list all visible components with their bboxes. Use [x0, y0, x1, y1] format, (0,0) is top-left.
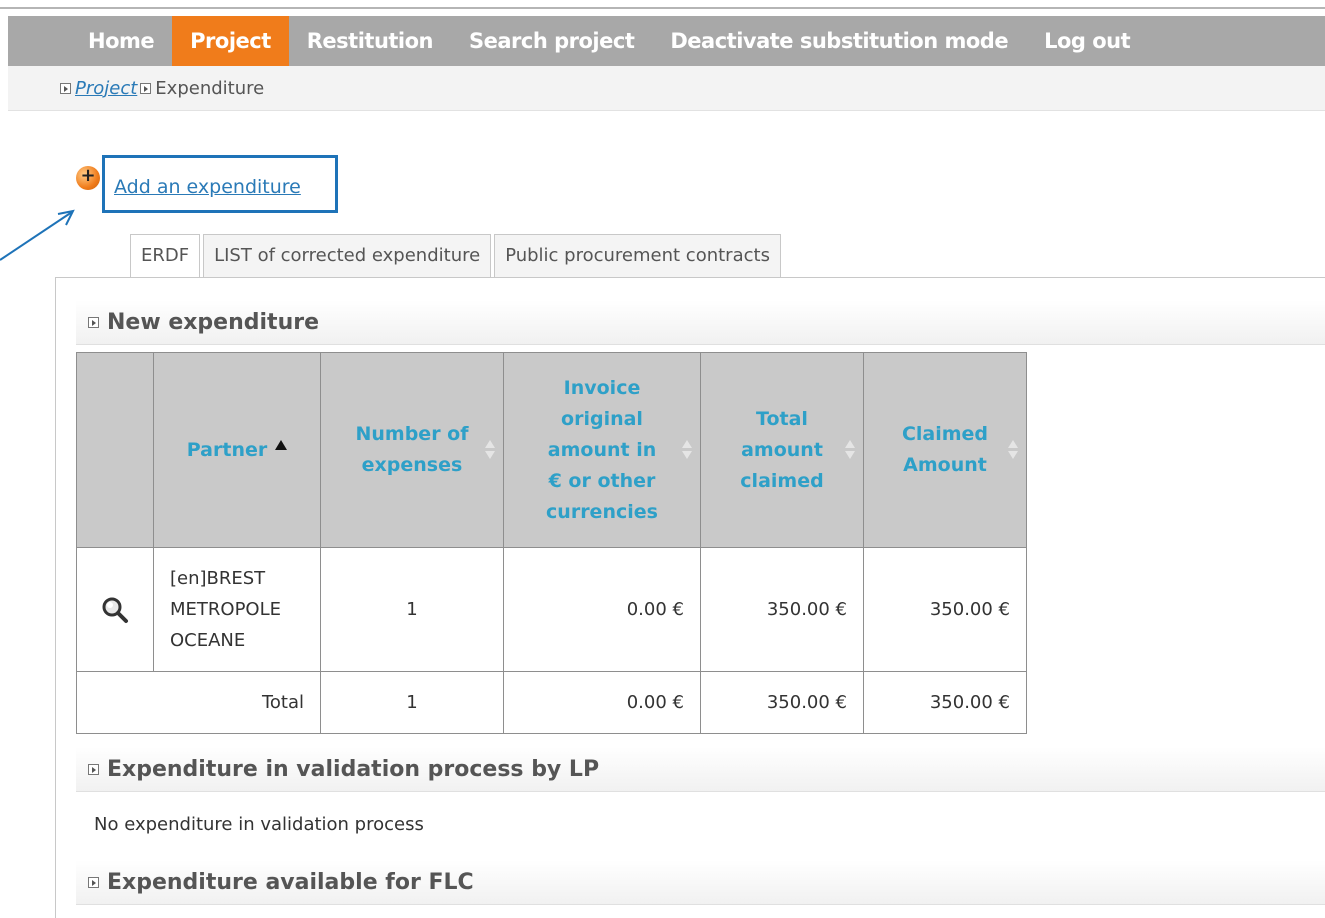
- total-number: 1: [320, 671, 504, 734]
- col-partner[interactable]: Partner: [153, 352, 321, 548]
- tab-public-procurement[interactable]: Public procurement contracts: [494, 234, 781, 277]
- total-label: Total: [76, 671, 321, 734]
- sort-icon: [485, 438, 495, 462]
- add-expenditure-link[interactable]: Add an expenditure: [114, 176, 301, 198]
- nav-project[interactable]: Project: [172, 16, 289, 66]
- sort-icon: [1008, 438, 1018, 462]
- magnifier-icon[interactable]: [100, 595, 130, 625]
- nav-log-out[interactable]: Log out: [1026, 16, 1148, 66]
- claimed-cell: 350.00 €: [863, 547, 1027, 672]
- nav-deactivate-substitution[interactable]: Deactivate substitution mode: [652, 16, 1026, 66]
- view-cell[interactable]: [76, 547, 154, 672]
- number-cell: 1: [320, 547, 504, 672]
- col-claimed[interactable]: Claimed Amount: [863, 352, 1027, 548]
- section-toggle-icon: [88, 763, 99, 775]
- total-total-claimed: 350.00 €: [700, 671, 864, 734]
- section-validation[interactable]: Expenditure in validation process by LP: [76, 747, 1325, 792]
- col-action: [76, 352, 154, 548]
- col-header-label: Partner: [186, 438, 268, 461]
- tab-corrected-expenditure[interactable]: LIST of corrected expenditure: [203, 234, 492, 277]
- col-header-label: Number of expenses: [355, 423, 469, 476]
- section-title: Expenditure in validation process by LP: [107, 756, 600, 782]
- breadcrumb-arrow-icon: [140, 82, 152, 94]
- nav-search-project[interactable]: Search project: [451, 16, 652, 66]
- sort-icon: [845, 438, 855, 462]
- col-header-label: Total amount claimed: [740, 407, 824, 492]
- breadcrumb-project-link[interactable]: Project: [75, 78, 137, 99]
- breadcrumb-current: Expenditure: [155, 77, 265, 99]
- nav-home[interactable]: Home: [70, 16, 172, 66]
- partner-cell: [en]BREST METROPOLE OCEANE: [153, 547, 321, 672]
- tab-bar: ERDF LIST of corrected expenditure Publi…: [130, 234, 784, 277]
- col-number[interactable]: Number of expenses: [320, 352, 504, 548]
- no-expenditure-message: No expenditure in validation process: [94, 814, 424, 835]
- section-new-expenditure[interactable]: New expenditure: [76, 300, 1325, 345]
- total-row: Total 1 0.00 € 350.00 € 350.00 €: [76, 671, 1027, 734]
- section-toggle-icon: [88, 316, 99, 328]
- table-row: [en]BREST METROPOLE OCEANE 1 0.00 € 350.…: [76, 547, 1027, 672]
- col-header-label: Claimed Amount: [901, 423, 989, 476]
- top-rule: [0, 0, 1325, 16]
- section-title: New expenditure: [107, 309, 319, 335]
- tab-erdf[interactable]: ERDF: [130, 234, 201, 277]
- section-title: Expenditure available for FLC: [107, 869, 474, 895]
- section-flc[interactable]: Expenditure available for FLC: [76, 860, 1325, 905]
- breadcrumb-arrow-icon: [60, 82, 71, 94]
- sort-asc-icon: [275, 439, 288, 450]
- nav-restitution[interactable]: Restitution: [289, 16, 451, 66]
- col-total-claimed[interactable]: Total amount claimed: [700, 352, 864, 548]
- total-claimed: 350.00 €: [863, 671, 1027, 734]
- sort-icon: [682, 438, 692, 462]
- tab-panel: New expenditure Partner Number of expens…: [55, 277, 1325, 918]
- total-claimed-cell: 350.00 €: [700, 547, 864, 672]
- annotation-arrow-icon: [0, 209, 75, 261]
- invoice-cell: 0.00 €: [503, 547, 701, 672]
- breadcrumb: Project Expenditure: [8, 66, 1325, 111]
- add-plus-icon[interactable]: +: [76, 166, 100, 190]
- col-header-label: Invoice original amount in € or other cu…: [546, 376, 658, 523]
- col-invoice[interactable]: Invoice original amount in € or other cu…: [503, 352, 701, 548]
- total-invoice: 0.00 €: [503, 671, 701, 734]
- section-toggle-icon: [88, 876, 99, 888]
- main-nav: Home Project Restitution Search project …: [8, 16, 1325, 66]
- expenditure-table: Partner Number of expenses Invoice origi…: [76, 352, 1027, 734]
